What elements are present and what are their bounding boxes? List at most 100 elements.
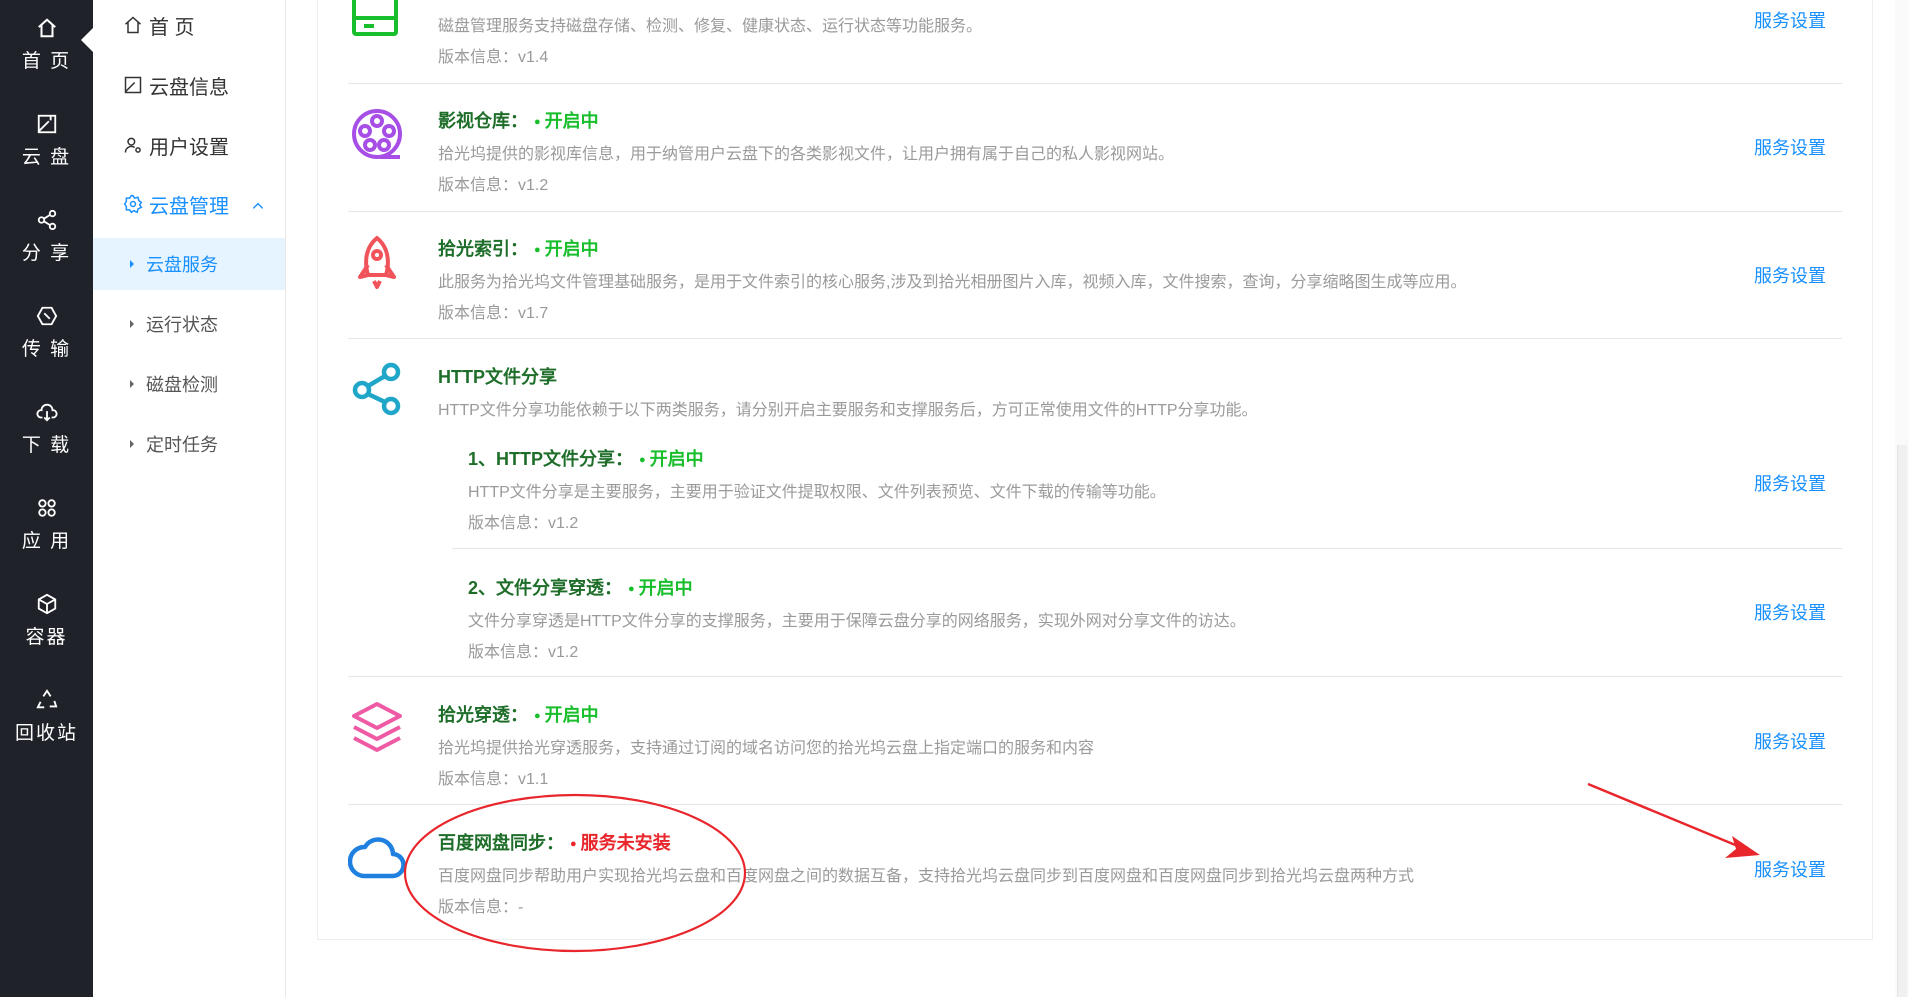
home-icon bbox=[123, 14, 145, 36]
status-badge: 开启中 bbox=[622, 578, 693, 598]
rail-label: 云 盘 bbox=[21, 147, 72, 168]
caret-right-icon bbox=[130, 320, 134, 328]
service-title-text: 1、HTTP文件分享： bbox=[468, 449, 634, 469]
service-settings-link[interactable]: 服务设置 bbox=[1754, 728, 1909, 754]
rail-label: 应 用 bbox=[21, 531, 72, 552]
service-version: 版本信息：v1.7 bbox=[438, 305, 549, 322]
sub-sidebar: 首 页 云盘信息 用户设置 云盘管理 云盘服务 运行状态 磁盘检测 定时任务 bbox=[93, 0, 286, 997]
service-title-text: HTTP文件分享 bbox=[438, 367, 557, 387]
service-version: 版本信息：v1.2 bbox=[468, 515, 579, 532]
share-icon bbox=[34, 207, 60, 233]
service-title-text: 拾光穿透： bbox=[438, 705, 528, 725]
rail-item-apps[interactable]: 应 用 bbox=[0, 484, 93, 564]
status-badge: 开启中 bbox=[528, 239, 599, 259]
chevron-up-icon bbox=[251, 196, 265, 219]
rail-item-recycle[interactable]: 回收站 bbox=[0, 676, 93, 756]
rail-label: 容器 bbox=[25, 627, 68, 648]
subnav-sub-label: 云盘服务 bbox=[146, 255, 218, 275]
service-title-text: 2、文件分享穿透： bbox=[468, 578, 623, 598]
service-description: 文件分享穿透是HTTP文件分享的支撑服务，主要用于保障云盘分享的网络服务，实现外… bbox=[468, 613, 1246, 630]
caret-right-icon bbox=[130, 440, 134, 448]
service-title-text: 影视仓库： bbox=[438, 111, 528, 131]
subnav-sub-label: 磁盘检测 bbox=[146, 375, 218, 395]
home-icon bbox=[34, 15, 60, 41]
service-version: 版本信息：v1.2 bbox=[438, 177, 549, 194]
service-settings-link[interactable]: 服务设置 bbox=[1754, 262, 1909, 288]
transfer-icon bbox=[34, 303, 60, 329]
service-settings-link[interactable]: 服务设置 bbox=[1754, 856, 1909, 882]
service-title: 拾光穿透：开启中 bbox=[438, 701, 599, 727]
rail-item-transfer[interactable]: 传 输 bbox=[0, 292, 93, 372]
service-version: 版本信息：- bbox=[438, 899, 524, 916]
film-reel-icon bbox=[348, 105, 406, 163]
rail-label: 传 输 bbox=[21, 339, 72, 360]
service-settings-link[interactable]: 服务设置 bbox=[1754, 7, 1909, 33]
subnav-item-disk-info[interactable]: 云盘信息 bbox=[93, 60, 285, 110]
share-nodes-icon bbox=[348, 360, 406, 418]
scrollbar-thumb[interactable] bbox=[1897, 445, 1907, 997]
layers-icon bbox=[348, 698, 406, 756]
rail-item-share[interactable]: 分 享 bbox=[0, 196, 93, 276]
rail-label: 分 享 bbox=[21, 243, 72, 264]
divider bbox=[348, 676, 1842, 677]
disk-manager-icon bbox=[346, 0, 404, 46]
subnav-sub-item-scheduled-tasks[interactable]: 定时任务 bbox=[93, 418, 285, 470]
status-badge: 开启中 bbox=[528, 111, 599, 131]
service-title: 影视仓库：开启中 bbox=[438, 107, 599, 133]
gear-icon bbox=[123, 193, 145, 215]
service-version: 版本信息：v1.4 bbox=[438, 49, 549, 66]
service-settings-link[interactable]: 服务设置 bbox=[1754, 599, 1909, 625]
apps-icon bbox=[34, 495, 60, 521]
rail-item-container[interactable]: 容器 bbox=[0, 580, 93, 660]
service-title: 百度网盘同步：服务未安装 bbox=[438, 829, 671, 855]
subnav-sub-label: 定时任务 bbox=[146, 435, 218, 455]
icon-rail: 首 页 云 盘 分 享 传 输 下 载 应 用 容器 回收站 bbox=[0, 0, 93, 997]
rail-label: 下 载 bbox=[21, 435, 72, 456]
service-title: 拾光索引：开启中 bbox=[438, 235, 599, 261]
subnav-label: 云盘管理 bbox=[149, 195, 229, 218]
recycle-icon bbox=[34, 687, 60, 713]
service-title: 2、文件分享穿透：开启中 bbox=[468, 574, 693, 600]
service-description: 百度网盘同步帮助用户实现拾光坞云盘和百度网盘之间的数据互备，支持拾光坞云盘同步到… bbox=[438, 868, 1415, 885]
download-icon bbox=[34, 399, 60, 425]
divider bbox=[348, 83, 1842, 84]
subnav-sub-item-disk-service[interactable]: 云盘服务 bbox=[93, 238, 285, 290]
service-settings-link[interactable]: 服务设置 bbox=[1754, 470, 1909, 496]
disk-icon bbox=[123, 74, 145, 96]
divider bbox=[348, 804, 1842, 805]
divider bbox=[452, 548, 1842, 549]
subnav-item-disk-management[interactable]: 云盘管理 bbox=[93, 179, 285, 229]
cloud-icon bbox=[348, 826, 406, 884]
status-badge: 服务未安装 bbox=[564, 833, 671, 853]
divider bbox=[348, 338, 1842, 339]
service-description: HTTP文件分享功能依赖于以下两类服务，请分别开启主要服务和支撑服务后，方可正常… bbox=[438, 402, 1258, 419]
service-description: 磁盘管理服务支持磁盘存储、检测、修复、健康状态、运行状态等功能服务。 bbox=[438, 18, 983, 35]
user-settings-icon bbox=[123, 134, 145, 156]
caret-right-icon bbox=[130, 380, 134, 388]
container-icon bbox=[34, 591, 60, 617]
rocket-icon bbox=[348, 233, 406, 291]
subnav-label: 首 页 bbox=[149, 16, 195, 39]
rail-item-home[interactable]: 首 页 bbox=[0, 4, 93, 84]
scrollbar[interactable] bbox=[1895, 0, 1909, 997]
subnav-item-home[interactable]: 首 页 bbox=[93, 0, 285, 50]
service-title: 1、HTTP文件分享：开启中 bbox=[468, 445, 704, 471]
service-description: HTTP文件分享是主要服务，主要用于验证文件提取权限、文件列表预览、文件下载的传… bbox=[468, 484, 1166, 501]
service-title-text: 百度网盘同步： bbox=[438, 833, 564, 853]
status-badge: 开启中 bbox=[528, 705, 599, 725]
service-description: 此服务为拾光坞文件管理基础服务，是用于文件索引的核心服务,涉及到拾光相册图片入库… bbox=[438, 274, 1467, 291]
rail-item-download[interactable]: 下 载 bbox=[0, 388, 93, 468]
service-version: 版本信息：v1.2 bbox=[468, 644, 579, 661]
subnav-label: 用户设置 bbox=[149, 136, 229, 159]
service-version: 版本信息：v1.1 bbox=[438, 771, 549, 788]
subnav-sub-item-run-status[interactable]: 运行状态 bbox=[93, 298, 285, 350]
subnav-sub-item-disk-check[interactable]: 磁盘检测 bbox=[93, 358, 285, 410]
service-description: 拾光坞提供拾光穿透服务，支持通过订阅的域名访问您的拾光坞云盘上指定端口的服务和内… bbox=[438, 740, 1095, 757]
service-settings-link[interactable]: 服务设置 bbox=[1754, 134, 1909, 160]
subnav-sub-label: 运行状态 bbox=[146, 315, 218, 335]
subnav-item-user-settings[interactable]: 用户设置 bbox=[93, 120, 285, 170]
divider bbox=[348, 211, 1842, 212]
subnav-label: 云盘信息 bbox=[149, 76, 229, 99]
disk-icon bbox=[34, 111, 60, 137]
rail-item-disk[interactable]: 云 盘 bbox=[0, 100, 93, 180]
